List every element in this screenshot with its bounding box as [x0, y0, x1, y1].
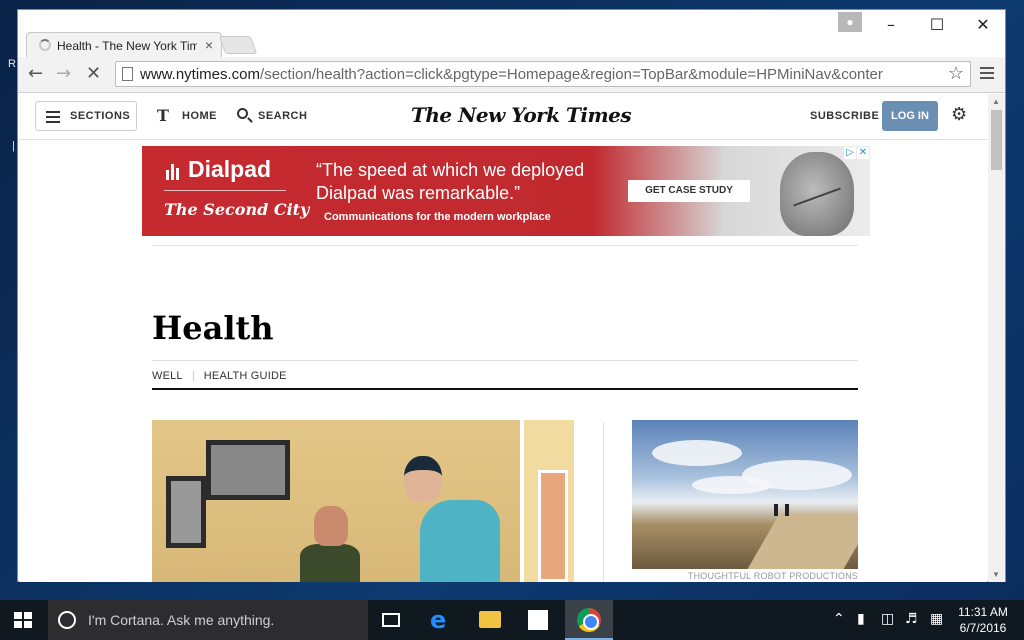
url-path: /section/health?action=click&pgtype=Home… [260, 66, 883, 83]
hamburger-icon [46, 111, 60, 126]
chrome-icon [577, 608, 601, 632]
chrome-taskbar-button[interactable] [565, 600, 613, 640]
side-story-image[interactable] [632, 420, 858, 569]
browser-tab[interactable]: Health - The New York Times × [26, 32, 222, 58]
clock[interactable]: 11:31 AM 6/7/2016 [954, 604, 1012, 636]
ad-close-icon[interactable]: ✕ [857, 147, 869, 159]
ad-partner: The Second City [164, 200, 310, 219]
ad-tagline: Communications for the modern workplace [324, 211, 551, 223]
tab-title: Health - The New York Times [57, 39, 197, 53]
scroll-down-icon[interactable]: ▼ [992, 570, 1000, 579]
edge-icon[interactable]: e [430, 608, 454, 632]
network-icon[interactable]: ◫ [881, 611, 894, 627]
volume-icon[interactable]: ♬ [905, 611, 918, 627]
action-center-icon[interactable]: ▦ [930, 611, 943, 627]
ad-cta-button[interactable]: GET CASE STUDY [628, 180, 750, 202]
adchoices-icon[interactable]: ▷ [844, 147, 856, 159]
sections-button[interactable]: SECTIONS [35, 101, 137, 131]
browser-toolbar: ← → ✕ www.nytimes.com/section/health?act… [18, 57, 1005, 93]
back-button[interactable]: ← [28, 63, 43, 84]
profile-icon[interactable]: ● [838, 12, 862, 32]
nyt-logo[interactable]: The New York Times [411, 103, 632, 127]
section-subnav: WELL HEALTH GUIDE [152, 370, 287, 382]
page-content: SECTIONS T HOME SEARCH The New York Time… [19, 94, 987, 582]
forward-button[interactable]: → [56, 63, 71, 84]
desktop-icon-fragment: | [12, 140, 15, 152]
browser-window: ● – ☐ ✕ Health - The New York Times × ← … [17, 9, 1006, 582]
page-icon [122, 67, 133, 81]
search-link[interactable]: SEARCH [258, 110, 307, 122]
bookmark-star-icon[interactable]: ☆ [948, 63, 964, 84]
desktop-icon-fragment: R [8, 58, 16, 70]
url-host: www.nytimes.com [140, 66, 261, 83]
title-bar: ● – ☐ ✕ Health - The New York Times × [18, 10, 1006, 58]
section-title: Health [152, 309, 274, 347]
cortana-placeholder: I'm Cortana. Ask me anything. [88, 612, 275, 628]
scrollbar-thumb[interactable] [991, 110, 1002, 170]
loading-spinner-icon [39, 39, 51, 51]
subscribe-link[interactable]: SUBSCRIBE [810, 110, 879, 122]
scroll-up-icon[interactable]: ▲ [992, 97, 1000, 106]
new-tab-button[interactable] [218, 36, 258, 54]
cortana-icon [58, 611, 76, 629]
minimize-button[interactable]: – [868, 10, 914, 40]
url-text[interactable]: www.nytimes.com/section/health?action=cl… [140, 66, 946, 83]
home-link[interactable]: HOME [182, 110, 217, 122]
lead-story-image[interactable] [152, 420, 574, 582]
maximize-button[interactable]: ☐ [914, 10, 960, 40]
show-hidden-icons[interactable]: ⌃ [833, 611, 845, 627]
cortana-search-box[interactable]: I'm Cortana. Ask me anything. [48, 600, 368, 640]
ad-brand: Dialpad [188, 156, 272, 182]
search-icon[interactable] [237, 108, 248, 119]
address-bar[interactable]: www.nytimes.com/section/health?action=cl… [115, 61, 971, 87]
subnav-item-well[interactable]: WELL [152, 370, 183, 382]
close-window-button[interactable]: ✕ [960, 10, 1006, 40]
sections-label: SECTIONS [70, 110, 131, 122]
photo-credit: THOUGHTFUL ROBOT PRODUCTIONS [687, 571, 858, 581]
start-button[interactable] [14, 612, 32, 628]
subnav-item-health-guide[interactable]: HEALTH GUIDE [204, 370, 287, 382]
clock-date: 6/7/2016 [959, 621, 1007, 635]
masthead: SECTIONS T HOME SEARCH The New York Time… [19, 94, 987, 140]
clock-time: 11:31 AM [958, 605, 1008, 619]
nyt-t-icon[interactable]: T [157, 106, 169, 125]
ad-quote: “The speed at which we deployed Dialpad … [316, 160, 585, 203]
stop-loading-button[interactable]: ✕ [86, 63, 101, 84]
browser-menu-icon[interactable] [980, 67, 994, 82]
gear-icon[interactable]: ⚙ [951, 104, 967, 125]
close-tab-icon[interactable]: × [205, 37, 213, 53]
store-icon[interactable] [528, 610, 548, 630]
battery-icon[interactable]: ▮ [857, 611, 865, 627]
page-scrollbar[interactable]: ▲ ▼ [988, 94, 1005, 582]
taskbar: I'm Cortana. Ask me anything. e ⌃ ▮ ◫ ♬ … [0, 600, 1024, 640]
dialpad-bars-icon [166, 162, 181, 180]
file-explorer-icon[interactable] [479, 611, 501, 628]
ad-photo [780, 152, 854, 236]
ad-banner[interactable]: Dialpad The Second City “The speed at wh… [142, 146, 870, 236]
login-button[interactable]: LOG IN [882, 101, 938, 131]
task-view-icon[interactable] [382, 613, 400, 627]
